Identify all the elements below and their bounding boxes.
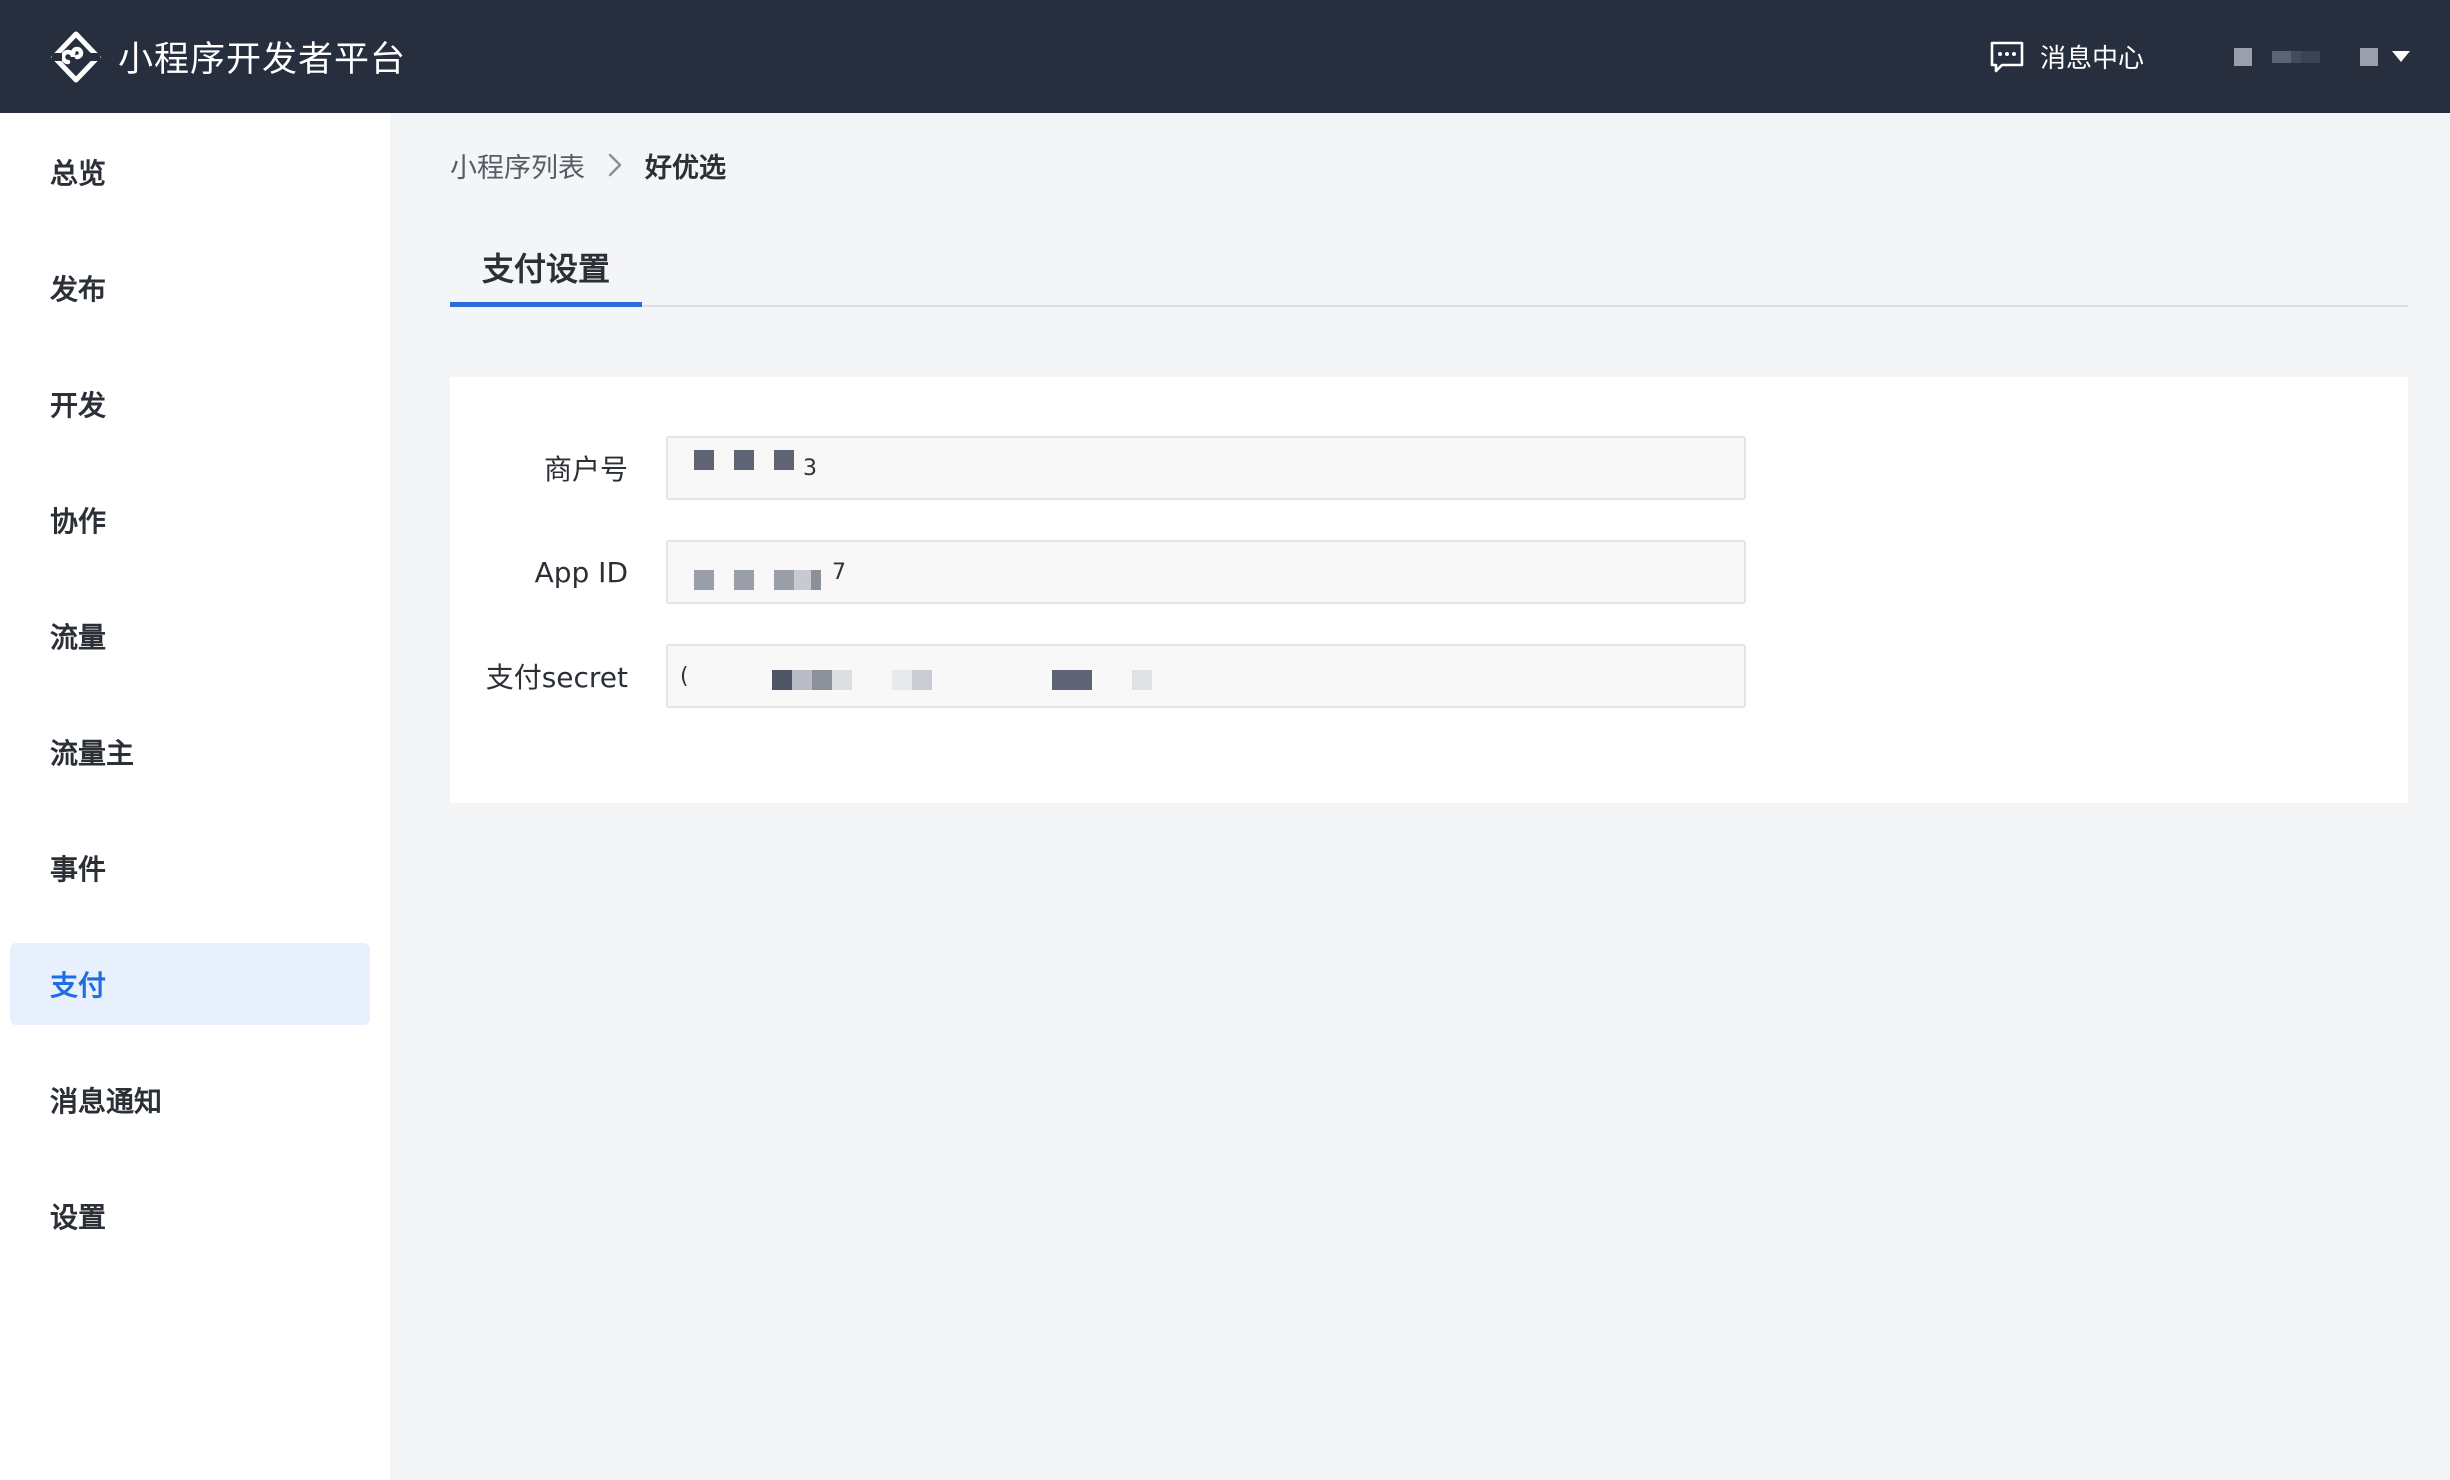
sidebar-item-develop[interactable]: 开发 [10,363,370,445]
mini-program-logo-icon [51,31,101,82]
chevron-right-icon [608,153,622,177]
breadcrumb-link-mini-program-list[interactable]: 小程序列表 [450,146,585,185]
message-center-button[interactable]: 消息中心 [1988,38,2144,75]
breadcrumb: 小程序列表 好优选 [450,145,726,185]
sidebar-item-label: 流量主 [50,737,135,770]
sidebar-item-label: 开发 [50,389,107,422]
pay-secret-field[interactable] [666,644,1746,708]
sidebar-item-payment[interactable]: 支付 [10,943,370,1025]
app-title: 小程序开发者平台 [118,40,407,80]
username-redacted [2272,50,2320,63]
chat-bubble-icon [1990,41,2024,72]
pay-secret-label: 支付secret [485,661,628,694]
sidebar-item-collaboration[interactable]: 协作 [10,479,370,561]
chevron-down-icon [2392,51,2410,62]
tab-payment-settings[interactable]: 支付设置 [450,232,642,307]
merchant-id-label: 商户号 [543,453,628,486]
payment-settings-card: 商户号 App ID 支付secret [450,377,2408,803]
sidebar-item-label: 消息通知 [50,1085,163,1118]
sidebar-item-label: 发布 [50,273,107,306]
message-center-label: 消息中心 [2039,44,2144,74]
account-redacted [2360,47,2378,66]
app-id-label: App ID [534,555,628,589]
tab-bar: 支付设置 [450,232,2408,307]
sidebar-item-overview[interactable]: 总览 [10,131,370,213]
sidebar-item-events[interactable]: 事件 [10,827,370,909]
sidebar: 总览 发布 开发 协作 流量 流量主 事件 支付 消息通知 设置 [0,113,390,1480]
breadcrumb-current: 好优选 [645,152,726,184]
merchant-id-field[interactable] [666,436,1746,500]
sidebar-item-publish[interactable]: 发布 [10,247,370,329]
sidebar-item-label: 设置 [50,1201,107,1234]
sidebar-item-label: 协作 [50,505,107,538]
top-bar: 小程序开发者平台 消息中心 [0,0,2450,113]
sidebar-item-traffic[interactable]: 流量 [10,595,370,677]
sidebar-item-label: 总览 [50,157,107,190]
form-row-merchant-id: 商户号 [450,436,1750,500]
sidebar-item-label: 支付 [50,969,107,1002]
sidebar-item-notifications[interactable]: 消息通知 [10,1059,370,1141]
app-id-field[interactable] [666,540,1746,604]
sidebar-item-label: 流量 [50,621,107,654]
sidebar-item-label: 事件 [50,853,107,886]
sidebar-item-settings[interactable]: 设置 [10,1175,370,1257]
sidebar-item-traffic-owner[interactable]: 流量主 [10,711,370,793]
user-menu[interactable] [2234,47,2410,66]
form-row-app-id: App ID [450,540,1750,604]
avatar-redacted [2234,47,2252,66]
top-right-area: 消息中心 [1988,0,2410,113]
brand[interactable]: 小程序开发者平台 [48,29,406,85]
form-row-pay-secret: 支付secret [450,644,1750,708]
